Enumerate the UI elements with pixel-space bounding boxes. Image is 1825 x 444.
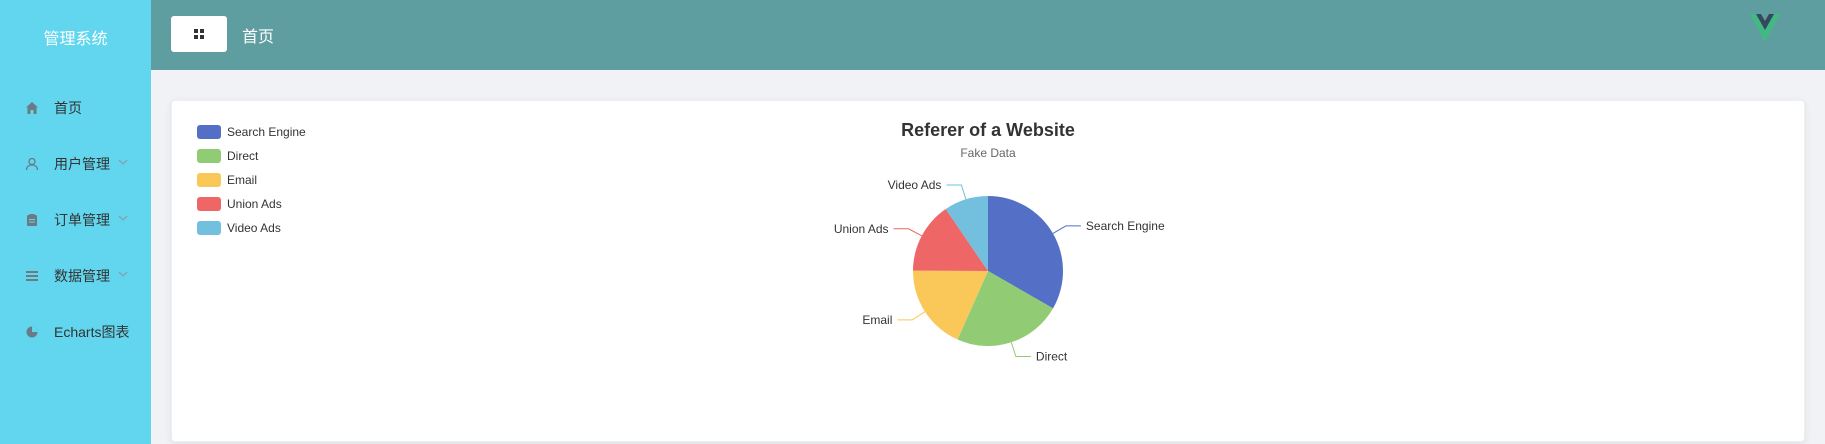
legend-swatch-union-ads[interactable] (197, 197, 221, 211)
label-line-video-ads (946, 184, 967, 200)
legend-swatch-search-engine[interactable] (197, 125, 221, 139)
label-line-search-engine (1052, 225, 1081, 234)
vue-logo-icon[interactable] (1750, 14, 1780, 48)
sidebar-item-label: 首页 (54, 100, 82, 116)
sidebar: 管理系统 首页 用户管理 订单管理 数据管理 Echarts图表 (0, 0, 151, 444)
legend-swatch-direct[interactable] (197, 149, 221, 163)
pie-label-direct: Direct (1036, 350, 1068, 364)
legend-swatch-video-ads[interactable] (197, 221, 221, 235)
pie-chart-icon (24, 324, 40, 340)
legend-label-search-engine[interactable]: Search Engine (227, 125, 306, 139)
sidebar-item-label: Echarts图表 (54, 324, 130, 340)
pie-label-email: Email (862, 313, 892, 327)
legend-label-union-ads[interactable]: Union Ads (227, 197, 282, 211)
collapse-toggle-button[interactable] (171, 16, 227, 52)
pie-label-video-ads: Video Ads (888, 178, 942, 192)
legend-swatch-email[interactable] (197, 173, 221, 187)
label-line-union-ads (893, 228, 923, 237)
clipboard-icon (24, 212, 40, 228)
chevron-down-icon (118, 215, 128, 221)
list-icon (24, 268, 40, 284)
chart-legend: Search Engine Direct Email Union Ads Video A… (197, 125, 306, 235)
sidebar-item-data[interactable]: 数据管理 (0, 248, 151, 304)
top-header: 首页 (151, 0, 1825, 70)
chevron-down-icon (118, 271, 128, 277)
sidebar-item-orders[interactable]: 订单管理 (0, 192, 151, 248)
legend-label-video-ads[interactable]: Video Ads (227, 221, 281, 235)
pie-label-union-ads: Union Ads (834, 222, 889, 236)
chart-card: Search Engine Direct Email Union Ads Video A… (171, 100, 1805, 442)
home-icon (24, 100, 40, 116)
legend-label-email[interactable]: Email (227, 173, 257, 187)
page-title: 首页 (242, 29, 275, 46)
sidebar-item-home[interactable]: 首页 (0, 80, 151, 136)
label-line-direct (1010, 342, 1031, 358)
sidebar-item-echarts[interactable]: Echarts图表 (0, 304, 151, 360)
app-title: 管理系统 (43, 31, 108, 48)
label-line-email (897, 311, 926, 321)
chart-title: Referer of a Website (901, 120, 1075, 140)
pie-slices (913, 196, 1063, 347)
user-icon (24, 156, 40, 172)
sidebar-item-label: 订单管理 (54, 212, 110, 228)
pie-label-search-engine: Search Engine (1086, 219, 1165, 233)
chart-subtitle: Fake Data (960, 146, 1016, 160)
pie-chart: Search Engine Direct Email Union Ads Video A… (197, 120, 1165, 364)
sidebar-item-users[interactable]: 用户管理 (0, 136, 151, 192)
grid-menu-icon (194, 29, 204, 39)
sidebar-item-label: 用户管理 (54, 156, 110, 172)
chevron-down-icon (118, 159, 128, 165)
main-content: Search Engine Direct Email Union Ads Video A… (151, 70, 1825, 444)
sidebar-item-label: 数据管理 (54, 268, 110, 284)
legend-label-direct[interactable]: Direct (227, 149, 259, 163)
